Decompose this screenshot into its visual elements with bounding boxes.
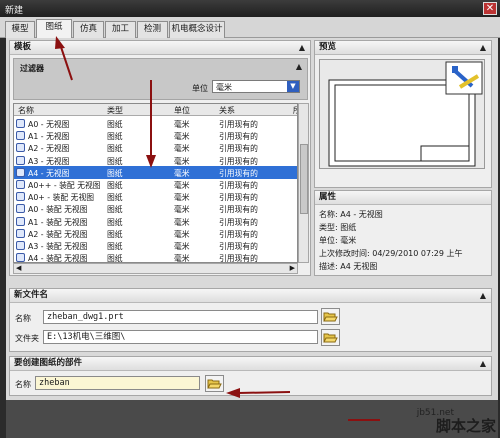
collapse-caret-icon[interactable]: ▲ — [299, 41, 305, 54]
col-name[interactable]: 名称 — [18, 105, 34, 116]
browse-file-button[interactable] — [321, 308, 340, 325]
table-header: 名称 类型 单位 关系 所 — [14, 104, 297, 116]
drawing-sheet-icon — [328, 61, 483, 167]
filter-panel: 过滤器 ▲ 单位 毫米 ▼ — [13, 58, 308, 100]
unit-label: 单位 — [192, 84, 208, 93]
window-titlebar: 新建 ✕ — [0, 0, 500, 17]
template-icon — [16, 119, 25, 128]
cell-name: A4 - 装配 无视图 — [28, 254, 88, 263]
table-row[interactable]: A0+ - 装配 无视图 图纸 毫米 引用现有的 — [14, 190, 297, 203]
scroll-thumb[interactable] — [300, 144, 308, 214]
prop-modified: 上次修改时间: 04/29/2010 07:29 上午 — [319, 249, 463, 258]
template-icon — [16, 241, 25, 250]
table-row[interactable]: A0++ - 装配 无视图 图纸 毫米 引用现有的 — [14, 178, 297, 191]
template-icon — [16, 155, 25, 165]
part-name-input[interactable]: zheban — [35, 376, 200, 390]
tab-simulation[interactable]: 仿真 — [73, 21, 104, 38]
close-button[interactable]: ✕ — [483, 2, 497, 15]
col-unit[interactable]: 单位 — [174, 105, 190, 116]
template-icon — [16, 253, 25, 262]
unit-select-value: 毫米 — [216, 83, 232, 92]
prop-name: 名称: A4 - 无视图 — [319, 210, 383, 219]
tab-mechatronics[interactable]: 机电概念设计 — [169, 21, 225, 38]
part-group: 要创建图纸的部件 ▲ 名称 zheban — [9, 356, 492, 396]
properties-title: 属性 — [319, 192, 337, 202]
dialog-body: 模板 ▲ 过滤器 ▲ 单位 毫米 ▼ 名称 类型 单位 关系 所 A0 - 无视… — [6, 38, 498, 438]
cell-type: 图纸 — [107, 254, 123, 263]
tab-inspection[interactable]: 检测 — [137, 21, 168, 38]
table-row[interactable]: A3 - 装配 无视图 图纸 毫米 引用现有的 — [14, 239, 297, 252]
new-file-header[interactable]: 新文件名 ▲ — [10, 289, 491, 303]
cell-unit: 毫米 — [174, 254, 190, 263]
template-icon — [16, 167, 25, 177]
part-header[interactable]: 要创建图纸的部件 ▲ — [10, 357, 491, 371]
col-type[interactable]: 类型 — [107, 105, 123, 116]
table-row[interactable]: A2 - 无视图 图纸 毫米 引用现有的 — [14, 141, 297, 154]
table-row[interactable]: A3 - 无视图 图纸 毫米 引用现有的 — [14, 154, 297, 167]
folder-open-icon — [323, 333, 338, 343]
table-row[interactable]: A0 - 装配 无视图 图纸 毫米 引用现有的 — [14, 202, 297, 215]
cell-relation: 引用现有的 — [219, 254, 258, 263]
table-row[interactable]: A2 - 装配 无视图 图纸 毫米 引用现有的 — [14, 227, 297, 240]
col-relation[interactable]: 关系 — [219, 105, 235, 116]
new-file-group: 新文件名 ▲ 名称 zheban_dwg1.prt 文件夹 E:\13机电\三维… — [9, 288, 492, 352]
browse-folder-button[interactable] — [321, 329, 340, 346]
watermark-brand: 脚本之家 — [435, 417, 496, 435]
template-icon — [16, 143, 25, 153]
template-icon — [16, 216, 25, 226]
table-row[interactable]: A4 - 无视图 图纸 毫米 引用现有的 — [14, 165, 297, 179]
prop-unit: 单位: 毫米 — [319, 236, 357, 245]
folder-open-icon — [323, 312, 338, 322]
new-file-title: 新文件名 — [14, 290, 49, 300]
scroll-left-icon[interactable]: ◀ — [16, 264, 21, 272]
preview-title: 预览 — [319, 42, 337, 52]
folder-input[interactable]: E:\13机电\三维图\ — [43, 330, 318, 344]
filter-title: 过滤器 — [20, 64, 44, 73]
properties-header[interactable]: 属性 — [315, 191, 491, 205]
table-row[interactable]: A1 - 无视图 图纸 毫米 引用现有的 — [14, 129, 297, 142]
folder-label: 文件夹 — [15, 334, 39, 343]
preview-thumbnail — [319, 59, 485, 169]
table-row[interactable]: A4 - 装配 无视图 图纸 毫米 引用现有的 — [14, 251, 297, 263]
table-row[interactable]: A0 - 无视图 图纸 毫米 引用现有的 — [14, 117, 297, 130]
template-title: 模板 — [14, 42, 32, 52]
template-icon — [16, 192, 25, 202]
part-title: 要创建图纸的部件 — [14, 358, 83, 368]
scroll-right-icon[interactable]: ▶ — [290, 264, 295, 272]
tab-manufacturing[interactable]: 加工 — [105, 21, 136, 38]
template-icon — [16, 131, 25, 141]
table-vertical-scrollbar[interactable] — [298, 103, 309, 263]
folder-open-icon — [207, 379, 222, 389]
file-name-input[interactable]: zheban_dwg1.prt — [43, 310, 318, 324]
template-group: 模板 ▲ 过滤器 ▲ 单位 毫米 ▼ 名称 类型 单位 关系 所 A0 - 无视… — [9, 40, 311, 276]
browse-part-button[interactable] — [205, 375, 224, 392]
template-table: 名称 类型 单位 关系 所 A0 - 无视图图纸毫米引用现有的A1 - 无视图图… — [13, 103, 298, 263]
preview-group: 预览 ▲ — [314, 40, 492, 188]
table-row[interactable]: A1 - 装配 无视图 图纸 毫米 引用现有的 — [14, 215, 297, 228]
template-icon — [16, 180, 25, 189]
unit-select[interactable]: 毫米 ▼ — [212, 80, 300, 93]
tab-drawing[interactable]: 图纸 — [36, 19, 72, 39]
tab-model[interactable]: 模型 — [5, 21, 35, 38]
template-header[interactable]: 模板 ▲ — [10, 41, 310, 55]
dropdown-arrow-icon[interactable]: ▼ — [287, 81, 299, 92]
window-title: 新建 — [5, 6, 24, 16]
template-icon — [16, 204, 25, 214]
filter-collapse-icon[interactable]: ▲ — [296, 62, 302, 71]
properties-group: 属性 名称: A4 - 无视图 类型: 图纸 单位: 毫米 上次修改时间: 04… — [314, 190, 492, 276]
file-name-label: 名称 — [15, 314, 31, 323]
preview-collapse-icon[interactable]: ▲ — [480, 41, 486, 54]
tab-strip: 模型 图纸 仿真 加工 检测 机电概念设计 — [0, 17, 500, 39]
part-name-label: 名称 — [15, 380, 31, 389]
template-icon — [16, 228, 25, 238]
new-file-collapse-icon[interactable]: ▲ — [480, 289, 486, 302]
prop-type: 类型: 图纸 — [319, 223, 357, 232]
prop-description: 描述: A4 无视图 — [319, 262, 378, 271]
preview-header[interactable]: 预览 ▲ — [315, 41, 491, 55]
table-horizontal-scrollbar[interactable]: ◀ ▶ — [13, 263, 298, 274]
dialog-footer — [6, 400, 498, 438]
part-collapse-icon[interactable]: ▲ — [480, 357, 486, 370]
